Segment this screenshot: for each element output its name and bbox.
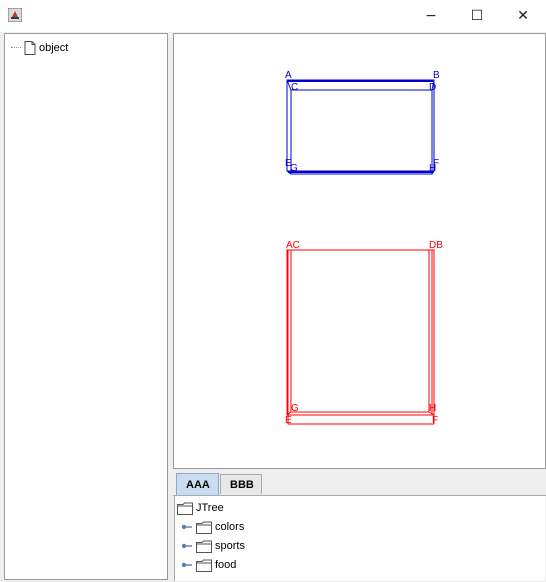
tab-bbb[interactable]: BBB — [220, 474, 262, 494]
tree-connector-line — [11, 47, 21, 49]
document-icon — [24, 41, 36, 55]
label-f: F — [432, 415, 438, 426]
tab-aaa[interactable]: AAA — [176, 473, 219, 495]
expand-handle-icon[interactable] — [181, 522, 193, 532]
window-content: object A B C D E F G H AC DB G H E F AAA… — [0, 32, 546, 582]
tree-node-label: object — [39, 42, 69, 54]
red-box-labels: AC DB G H E F — [285, 240, 443, 426]
blue-box-outer-rect — [286, 79, 435, 172]
expand-handle-icon[interactable] — [181, 541, 193, 551]
vertical-split-divider[interactable] — [168, 32, 172, 582]
jtree-node-food[interactable]: food — [181, 556, 236, 574]
folder-icon — [196, 540, 212, 553]
folder-icon — [196, 559, 212, 572]
jtree-node-sports[interactable]: sports — [181, 537, 245, 555]
java-app-icon — [8, 8, 22, 22]
expand-handle-icon[interactable] — [181, 560, 193, 570]
label-db: DB — [429, 240, 443, 251]
left-tree-panel[interactable]: object — [4, 33, 168, 580]
label-h: H — [429, 403, 436, 414]
jtree-node-label: colors — [215, 521, 245, 533]
tabbed-pane: AAA BBB JTree colors sports food — [173, 471, 546, 582]
folder-icon — [196, 521, 212, 534]
label-g: G — [291, 403, 299, 414]
maximize-button[interactable]: ☐ — [454, 0, 500, 32]
drawing-canvas[interactable]: A B C D E F G H AC DB G H E F — [173, 33, 546, 469]
label-b: B — [433, 70, 440, 81]
jtree-node-label: sports — [215, 540, 245, 552]
label-e: E — [285, 415, 292, 426]
tree-node-object[interactable]: object — [11, 40, 68, 56]
label-g: G — [290, 163, 298, 174]
blue-box[interactable] — [286, 79, 435, 175]
red-box-outer-rect — [286, 249, 435, 416]
blue-box-labels: A B C D E F G H — [285, 70, 440, 174]
blue-box-inner-rect — [290, 89, 433, 175]
jtree-root-label: JTree — [196, 502, 224, 514]
label-a: A — [285, 70, 292, 81]
jtree-panel[interactable]: JTree colors sports food — [174, 496, 545, 581]
title-bar: − ☐ ✕ — [0, 0, 546, 32]
jtree-root-node[interactable]: JTree — [177, 499, 224, 517]
label-h: H — [429, 163, 436, 174]
minimize-button[interactable]: − — [408, 0, 454, 32]
red-box[interactable] — [286, 249, 435, 425]
jtree-node-label: food — [215, 559, 237, 571]
close-button[interactable]: ✕ — [500, 0, 546, 32]
folder-icon — [177, 502, 193, 515]
label-c: C — [291, 82, 298, 93]
jtree-node-colors[interactable]: colors — [181, 518, 244, 536]
label-ac: AC — [286, 240, 300, 251]
red-box-inner-rect — [290, 249, 430, 413]
label-d: D — [429, 82, 436, 93]
